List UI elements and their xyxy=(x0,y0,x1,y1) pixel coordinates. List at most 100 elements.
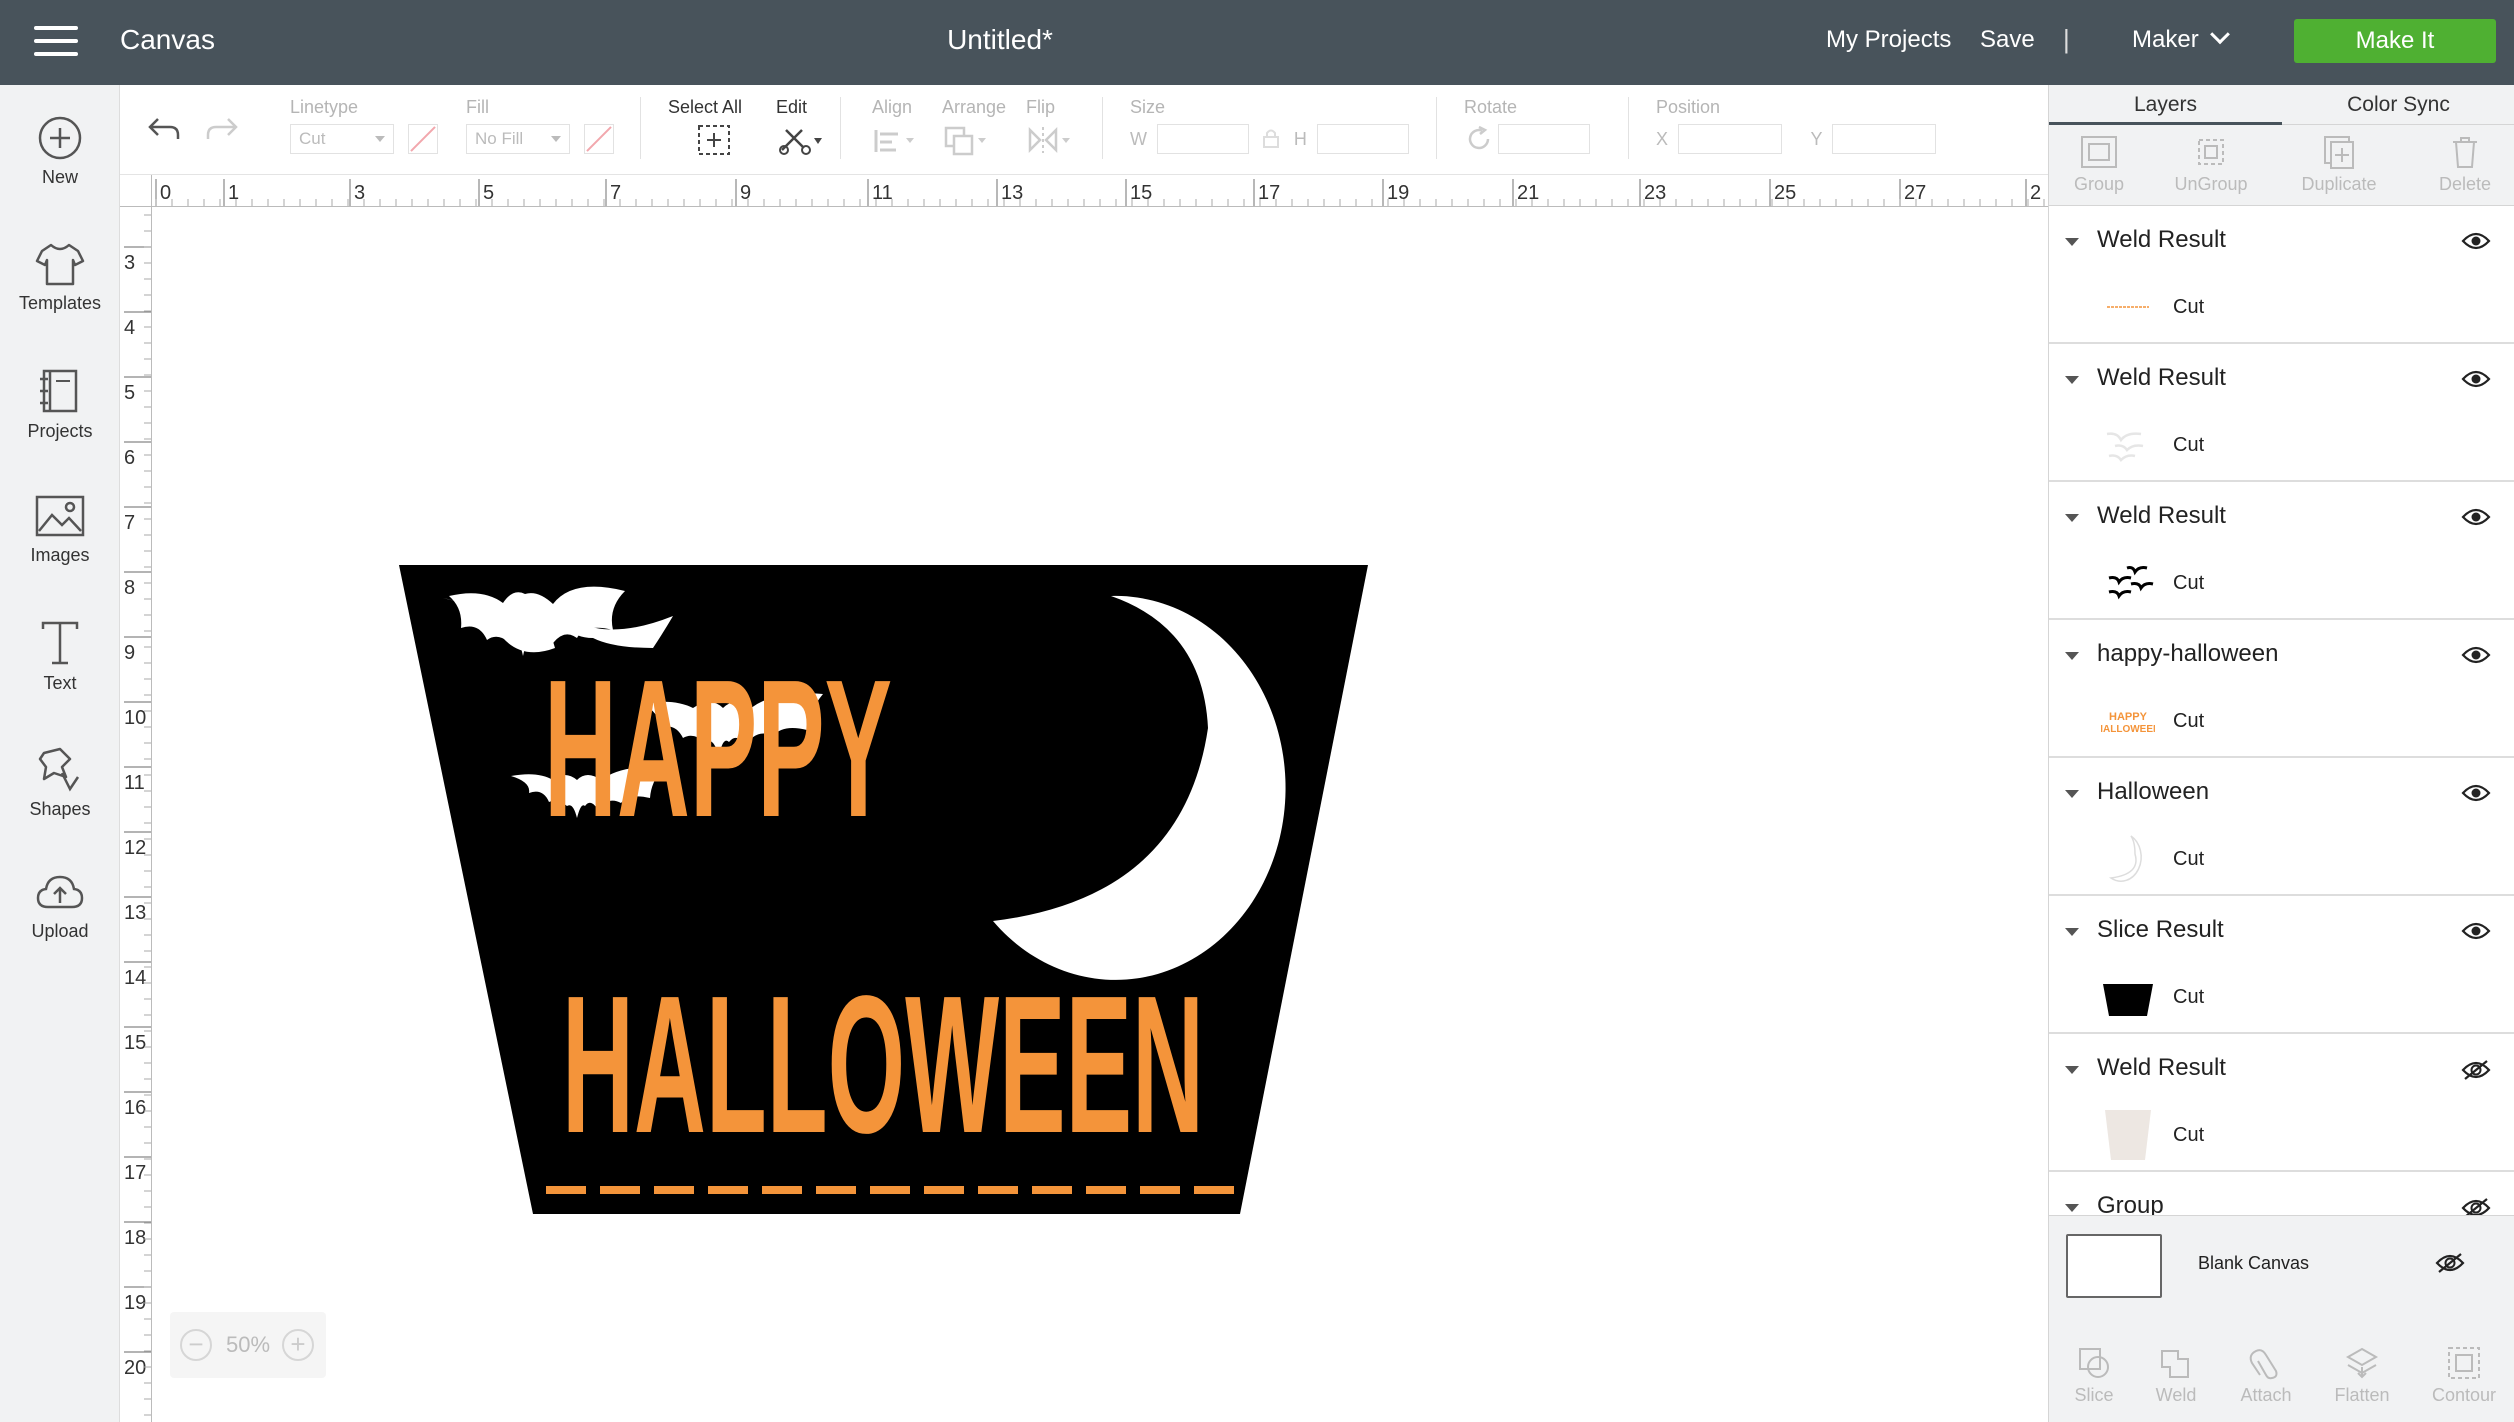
collapse-triangle-icon[interactable] xyxy=(2065,1066,2079,1074)
collapse-triangle-icon[interactable] xyxy=(2065,1204,2079,1212)
slice-button[interactable]: Slice xyxy=(2049,1335,2139,1406)
collapse-triangle-icon[interactable] xyxy=(2065,376,2079,384)
eye-hidden-icon[interactable] xyxy=(2461,1197,2491,1215)
linetype-select[interactable]: Cut xyxy=(290,124,394,154)
ruler-label: 15 xyxy=(1130,182,1152,204)
sidebar-item-text[interactable]: Text xyxy=(0,619,120,729)
layer-type: Cut xyxy=(2173,848,2205,870)
halloween-design[interactable]: HAPPY HALLOWEEN xyxy=(153,208,2048,1422)
layer-header[interactable]: Weld Result xyxy=(2049,206,2514,276)
rotate-label: Rotate xyxy=(1464,97,1518,117)
width-label: W xyxy=(1130,128,1147,149)
sidebar-item-new[interactable]: New xyxy=(0,115,120,225)
layer-header[interactable]: Slice Result xyxy=(2049,896,2514,966)
layer-item[interactable]: Weld Result Cut xyxy=(2049,482,2514,620)
lock-icon[interactable] xyxy=(1259,127,1283,151)
make-it-button[interactable]: Make It xyxy=(2294,19,2496,63)
tab-layers[interactable]: Layers xyxy=(2049,85,2282,125)
layer-item[interactable]: Weld Result Cut xyxy=(2049,1034,2514,1172)
layer-row[interactable]: Cut xyxy=(2049,552,2514,618)
collapse-triangle-icon[interactable] xyxy=(2065,652,2079,660)
layer-row[interactable]: Cut xyxy=(2049,1104,2514,1170)
eye-icon[interactable] xyxy=(2461,507,2491,527)
layer-header[interactable]: Group xyxy=(2049,1172,2514,1215)
fill-color-swatch[interactable] xyxy=(584,124,614,154)
eye-hidden-icon[interactable] xyxy=(2461,1059,2491,1081)
layer-name: Slice Result xyxy=(2097,916,2224,943)
slice-label: Slice xyxy=(2074,1385,2114,1405)
eye-icon[interactable] xyxy=(2461,783,2491,803)
fill-select[interactable]: No Fill xyxy=(466,124,570,154)
collapse-triangle-icon[interactable] xyxy=(2065,790,2079,798)
collapse-triangle-icon[interactable] xyxy=(2065,928,2079,936)
eye-icon[interactable] xyxy=(2461,231,2491,251)
ungroup-button[interactable]: UnGroup xyxy=(2161,128,2261,195)
layer-header[interactable]: Weld Result xyxy=(2049,482,2514,552)
ruler-label: 2 xyxy=(2030,182,2041,204)
layer-row[interactable]: Cut xyxy=(2049,828,2514,894)
linetype-color-swatch[interactable] xyxy=(408,124,438,154)
collapse-triangle-icon[interactable] xyxy=(2065,514,2079,522)
tab-color-sync[interactable]: Color Sync xyxy=(2282,85,2514,125)
weld-button[interactable]: Weld xyxy=(2131,1335,2221,1406)
layer-name: Weld Result xyxy=(2097,502,2226,529)
machine-dropdown[interactable]: Maker xyxy=(2132,24,2230,54)
layer-item[interactable]: Weld Result Cut xyxy=(2049,344,2514,482)
eye-icon[interactable] xyxy=(2461,369,2491,389)
width-input[interactable] xyxy=(1157,124,1249,154)
design-canvas[interactable]: HAPPY HALLOWEEN xyxy=(153,208,2048,1422)
flatten-button[interactable]: Flatten xyxy=(2317,1335,2407,1406)
sidebar-item-templates[interactable]: Templates xyxy=(0,241,120,351)
contour-button[interactable]: Contour xyxy=(2419,1335,2509,1406)
position-label: Position xyxy=(1656,97,1721,117)
layer-item[interactable]: Slice Result Cut xyxy=(2049,896,2514,1034)
layer-row[interactable]: Cut xyxy=(2049,276,2514,342)
zoom-in-button[interactable]: + xyxy=(282,1329,314,1361)
layer-name: happy-halloween xyxy=(2097,640,2279,667)
group-button[interactable]: Group xyxy=(2049,128,2149,195)
layer-header[interactable]: Weld Result xyxy=(2049,1034,2514,1104)
flip-button[interactable]: Flip xyxy=(1026,97,1076,161)
layer-item[interactable]: Halloween Cut xyxy=(2049,758,2514,896)
sidebar-item-projects[interactable]: Projects xyxy=(0,367,120,477)
layer-row[interactable]: Cut xyxy=(2049,966,2514,1032)
y-input[interactable] xyxy=(1832,124,1937,154)
attach-button[interactable]: Attach xyxy=(2221,1335,2311,1406)
image-icon xyxy=(35,495,85,537)
redo-icon[interactable] xyxy=(204,113,240,143)
undo-icon[interactable] xyxy=(146,113,182,143)
sidebar-item-shapes[interactable]: Shapes xyxy=(0,745,120,855)
layer-row[interactable]: Cut xyxy=(2049,414,2514,480)
save-link[interactable]: Save xyxy=(1980,26,2035,54)
ruler-label: 13 xyxy=(124,902,146,924)
height-input[interactable] xyxy=(1316,124,1409,154)
my-projects-link[interactable]: My Projects xyxy=(1826,26,1951,54)
x-input[interactable] xyxy=(1678,124,1783,154)
edit-button[interactable]: Edit xyxy=(776,97,826,161)
size-label: Size xyxy=(1130,97,1166,117)
delete-button[interactable]: Delete xyxy=(2415,128,2514,195)
rotate-input[interactable] xyxy=(1498,124,1591,154)
ruler-label: 17 xyxy=(1258,182,1280,204)
select-all-button[interactable]: Select All xyxy=(668,97,742,161)
collapse-triangle-icon[interactable] xyxy=(2065,238,2079,246)
layer-item[interactable]: Weld Result Cut xyxy=(2049,206,2514,344)
blank-canvas-row[interactable]: Blank Canvas xyxy=(2049,1215,2514,1305)
zoom-out-button[interactable]: − xyxy=(180,1329,212,1361)
eye-hidden-icon[interactable] xyxy=(2435,1252,2465,1274)
layer-row[interactable]: HAPPYHALLOWEEN Cut xyxy=(2049,690,2514,756)
eye-icon[interactable] xyxy=(2461,921,2491,941)
layer-header[interactable]: happy-halloween xyxy=(2049,620,2514,690)
layer-header[interactable]: Weld Result xyxy=(2049,344,2514,414)
arrange-button[interactable]: Arrange xyxy=(942,97,1006,161)
blank-canvas-swatch[interactable] xyxy=(2066,1234,2162,1298)
sidebar-item-upload[interactable]: Upload xyxy=(0,871,120,981)
hamburger-menu-icon[interactable] xyxy=(34,26,78,58)
layer-item[interactable]: Group xyxy=(2049,1172,2514,1215)
layer-header[interactable]: Halloween xyxy=(2049,758,2514,828)
align-button[interactable]: Align xyxy=(872,97,922,161)
sidebar-item-images[interactable]: Images xyxy=(0,493,120,603)
duplicate-button[interactable]: Duplicate xyxy=(2289,128,2389,195)
eye-icon[interactable] xyxy=(2461,645,2491,665)
layer-item[interactable]: happy-halloween HAPPYHALLOWEEN Cut xyxy=(2049,620,2514,758)
